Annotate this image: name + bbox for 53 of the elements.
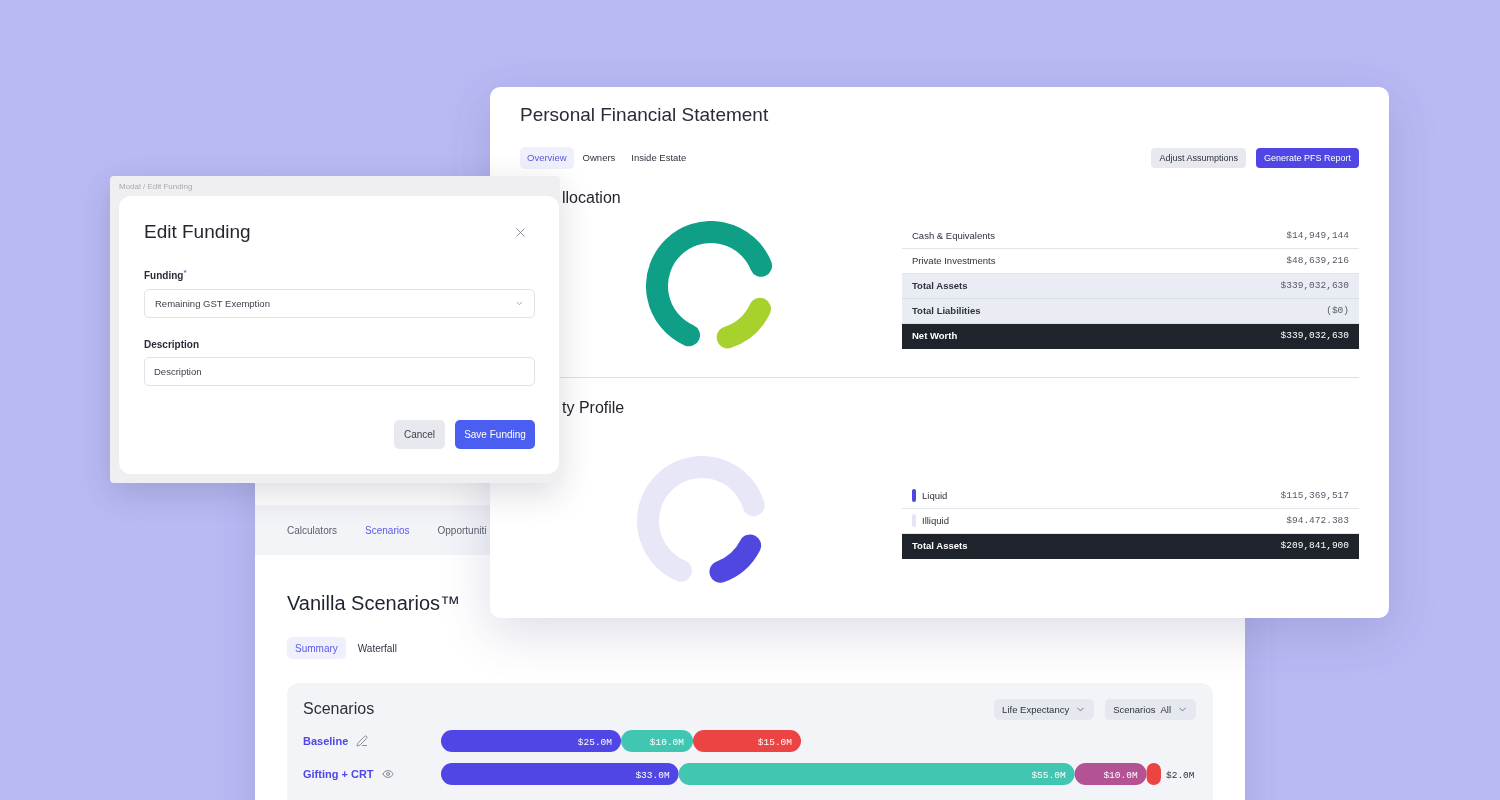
amount: $339,032,630 xyxy=(1280,330,1349,341)
bar-value-label: $15.0M xyxy=(757,736,792,748)
row-label: Liquid xyxy=(922,490,948,501)
scenario-link[interactable]: Gifting + CRT xyxy=(303,768,374,780)
row-label: Cash & Equivalents xyxy=(912,230,995,241)
assumptions-button[interactable]: Adjust Assumptions xyxy=(1151,147,1246,168)
chevron-down-icon xyxy=(515,299,524,308)
section-heading: ty Profile xyxy=(562,398,625,418)
scenario-link[interactable]: Baseline xyxy=(303,735,349,747)
dialog-title: Edit Funding xyxy=(144,221,251,243)
bar-value-label: $2.0M xyxy=(1166,769,1195,781)
save-button[interactable]: Save Funding xyxy=(455,420,535,449)
nav-tab[interactable]: Calculators xyxy=(287,524,338,536)
bar-value-label: $33.0M xyxy=(635,769,670,781)
bar-value-label: $25.0M xyxy=(577,736,612,748)
row-label: Illiquid xyxy=(922,515,949,526)
card-title: Scenarios xyxy=(303,700,375,718)
frame-caption: Modal / Edit Funding xyxy=(119,181,193,192)
row-label: Net Worth xyxy=(912,330,958,341)
page-title: Vanilla Scenarios™ xyxy=(287,591,461,616)
row-label: Total Assets xyxy=(912,540,968,551)
amount: $339,032,630 xyxy=(1280,280,1349,291)
cancel-button[interactable]: Cancel xyxy=(394,420,445,449)
amount: $115,369,517 xyxy=(1280,490,1349,501)
pencil-icon[interactable] xyxy=(356,735,369,747)
window-title: Personal Financial Statement xyxy=(520,103,769,127)
report-button[interactable]: Generate PFS Report xyxy=(1255,147,1359,168)
eye-icon[interactable] xyxy=(381,768,394,780)
amount: ($0) xyxy=(1326,305,1349,316)
bar-value-label: $55.0M xyxy=(1031,769,1066,781)
amount: $14,949,144 xyxy=(1286,230,1349,241)
tab[interactable]: Inside Estate xyxy=(624,146,694,169)
nav-tab[interactable]: Opportuniti xyxy=(437,524,487,536)
section-heading: llocation xyxy=(562,188,621,208)
amount: $209,841,900 xyxy=(1280,540,1349,551)
row-label: Total Liabilities xyxy=(912,305,981,316)
nav-tab[interactable]: Scenarios xyxy=(365,524,410,536)
view-tab[interactable]: Summary xyxy=(287,637,346,659)
row-label: Private Investments xyxy=(912,255,996,266)
field-label: Funding$^{*}$ xyxy=(144,270,187,282)
filter-dropdown[interactable]: Life Expectancy xyxy=(994,698,1095,720)
tab[interactable]: Overview xyxy=(520,146,574,169)
field-label: Description xyxy=(144,339,199,351)
tab[interactable]: Owners xyxy=(575,146,623,169)
bar-value-label: $10.0M xyxy=(1103,769,1138,781)
row-label: Total Assets xyxy=(912,280,968,291)
bar-value-label: $10.0M xyxy=(649,736,684,748)
funding-select[interactable]: Remaining GST Exemption xyxy=(144,289,535,318)
view-tab[interactable]: Waterfall xyxy=(349,637,405,659)
filter-dropdown[interactable]: Scenarios All xyxy=(1105,698,1196,720)
amount: $94.472.383 xyxy=(1286,515,1349,526)
amount: $48,639,216 xyxy=(1286,255,1349,266)
description-field[interactable]: Description xyxy=(144,357,535,386)
